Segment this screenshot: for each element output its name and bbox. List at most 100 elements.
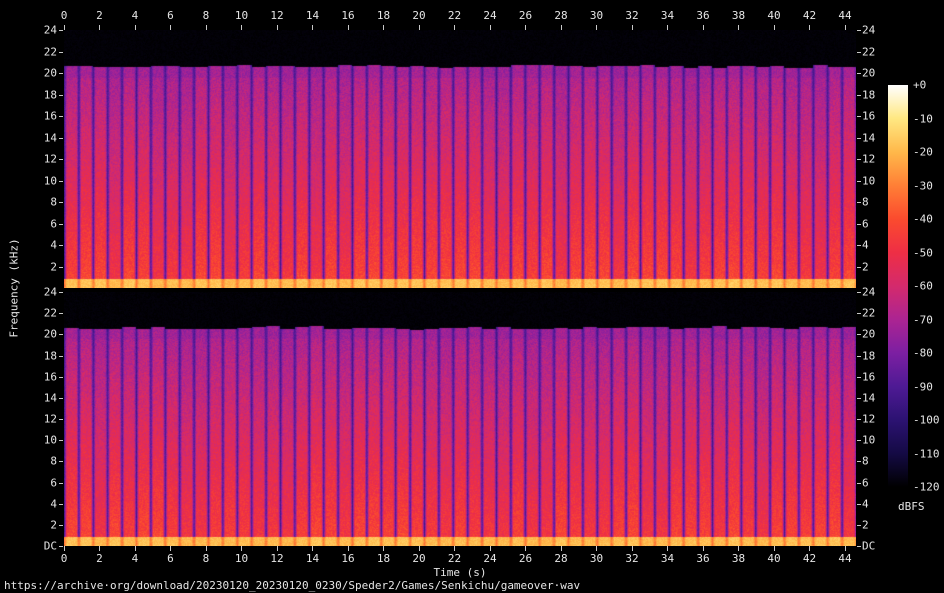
x-tick-label: 24 — [483, 552, 496, 565]
x-tick-label: 12 — [270, 552, 283, 565]
axis-tick — [59, 202, 63, 203]
colorbar-tick-label: -30 — [913, 179, 933, 192]
y-tick-label: 2 — [0, 260, 57, 273]
colorbar-unit-label: dBFS — [898, 500, 925, 513]
axis-tick — [857, 30, 861, 31]
axis-tick — [857, 181, 861, 182]
x-tick-label: 28 — [554, 552, 567, 565]
y-tick-label: 22 — [862, 307, 875, 320]
y-tick-label: 14 — [862, 131, 875, 144]
x-tick-label: 18 — [377, 552, 390, 565]
x-tick-label: 22 — [448, 9, 461, 22]
y-tick-label: 22 — [862, 45, 875, 58]
axis-tick — [857, 292, 861, 293]
axis-tick — [561, 25, 562, 30]
axis-tick — [667, 25, 668, 30]
axis-tick — [59, 440, 63, 441]
x-tick-label: 4 — [132, 552, 139, 565]
y-tick-label: 6 — [862, 476, 869, 489]
axis-tick — [59, 377, 63, 378]
y-tick-label: 12 — [0, 413, 57, 426]
axis-tick — [857, 398, 861, 399]
axis-tick — [454, 546, 455, 551]
spectrogram-channel-2 — [64, 292, 856, 546]
y-tick-label: 24 — [0, 24, 57, 37]
y-tick-label: 2 — [862, 260, 869, 273]
axis-tick — [454, 25, 455, 30]
axis-tick — [59, 30, 63, 31]
axis-tick — [857, 313, 861, 314]
x-tick-label: 14 — [306, 9, 319, 22]
y-tick-label: 16 — [862, 370, 875, 383]
axis-tick — [525, 546, 526, 551]
axis-tick — [857, 419, 861, 420]
axis-tick — [632, 546, 633, 551]
x-tick-label: 36 — [696, 9, 709, 22]
x-tick-label: 38 — [732, 9, 745, 22]
x-tick-label: 22 — [448, 552, 461, 565]
x-tick-label: 34 — [661, 9, 674, 22]
y-tick-label: 14 — [862, 391, 875, 404]
y-tick-label: 24 — [862, 286, 875, 299]
x-tick-label: 30 — [590, 9, 603, 22]
axis-tick — [596, 546, 597, 551]
y-tick-label: 10 — [862, 174, 875, 187]
x-tick-label: 10 — [235, 9, 248, 22]
x-tick-label: 10 — [235, 552, 248, 565]
axis-tick — [857, 504, 861, 505]
y-tick-label: 12 — [0, 153, 57, 166]
x-tick-label: 20 — [412, 552, 425, 565]
axis-tick — [857, 525, 861, 526]
axis-tick — [738, 25, 739, 30]
y-tick-label: 20 — [0, 67, 57, 80]
axis-tick — [596, 25, 597, 30]
axis-tick — [857, 202, 861, 203]
axis-tick — [277, 546, 278, 551]
y-tick-label: 4 — [862, 497, 869, 510]
colorbar-tick-label: -70 — [913, 313, 933, 326]
y-tick-label: 22 — [0, 45, 57, 58]
x-tick-label: 44 — [838, 9, 851, 22]
axis-tick — [738, 546, 739, 551]
axis-tick — [348, 546, 349, 551]
axis-tick — [857, 116, 861, 117]
axis-tick — [59, 356, 63, 357]
axis-tick — [857, 52, 861, 53]
axis-tick — [99, 546, 100, 551]
colorbar-tick-label: -60 — [913, 280, 933, 293]
y-tick-label: 18 — [0, 88, 57, 101]
axis-tick — [667, 546, 668, 551]
axis-tick — [59, 334, 63, 335]
x-tick-label: 16 — [341, 552, 354, 565]
y-tick-label: 12 — [862, 413, 875, 426]
y-tick-label: 14 — [0, 391, 57, 404]
axis-tick — [59, 419, 63, 420]
axis-tick — [59, 267, 63, 268]
x-tick-label: 16 — [341, 9, 354, 22]
y-tick-label: 10 — [0, 174, 57, 187]
y-tick-label: 16 — [862, 110, 875, 123]
x-tick-label: 8 — [203, 9, 210, 22]
axis-tick — [857, 461, 861, 462]
x-tick-label: 26 — [519, 9, 532, 22]
y-tick-label: 6 — [0, 217, 57, 230]
axis-tick — [59, 483, 63, 484]
x-tick-label: 8 — [203, 552, 210, 565]
y-tick-label: 8 — [0, 196, 57, 209]
y-tick-label: 18 — [862, 88, 875, 101]
x-tick-label: 38 — [732, 552, 745, 565]
axis-tick — [59, 398, 63, 399]
axis-tick — [845, 25, 846, 30]
x-tick-label: 24 — [483, 9, 496, 22]
axis-tick — [703, 546, 704, 551]
y-tick-label: 24 — [0, 286, 57, 299]
y-tick-label: 2 — [0, 518, 57, 531]
spectrogram-channel-1 — [64, 30, 856, 288]
axis-tick — [857, 159, 861, 160]
axis-tick — [59, 504, 63, 505]
axis-tick — [59, 138, 63, 139]
axis-tick — [383, 546, 384, 551]
axis-tick — [59, 546, 63, 547]
x-tick-label: 2 — [96, 9, 103, 22]
axis-tick — [490, 546, 491, 551]
